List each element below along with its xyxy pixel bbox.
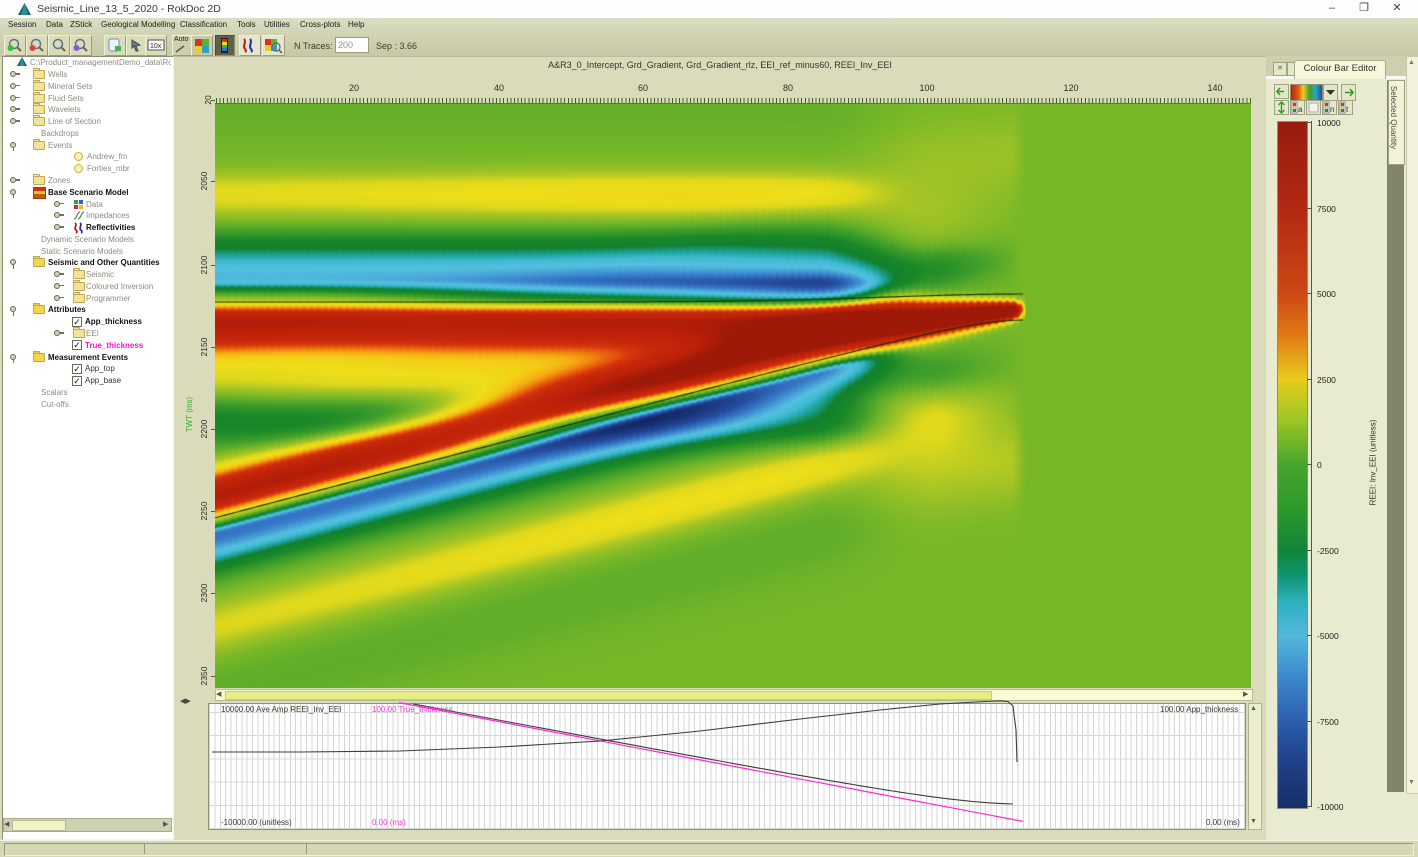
svg-text:a: a bbox=[1298, 105, 1303, 114]
svg-text:t: t bbox=[1346, 105, 1349, 114]
svg-text:10x: 10x bbox=[150, 43, 162, 50]
svg-text:n: n bbox=[1330, 105, 1334, 114]
